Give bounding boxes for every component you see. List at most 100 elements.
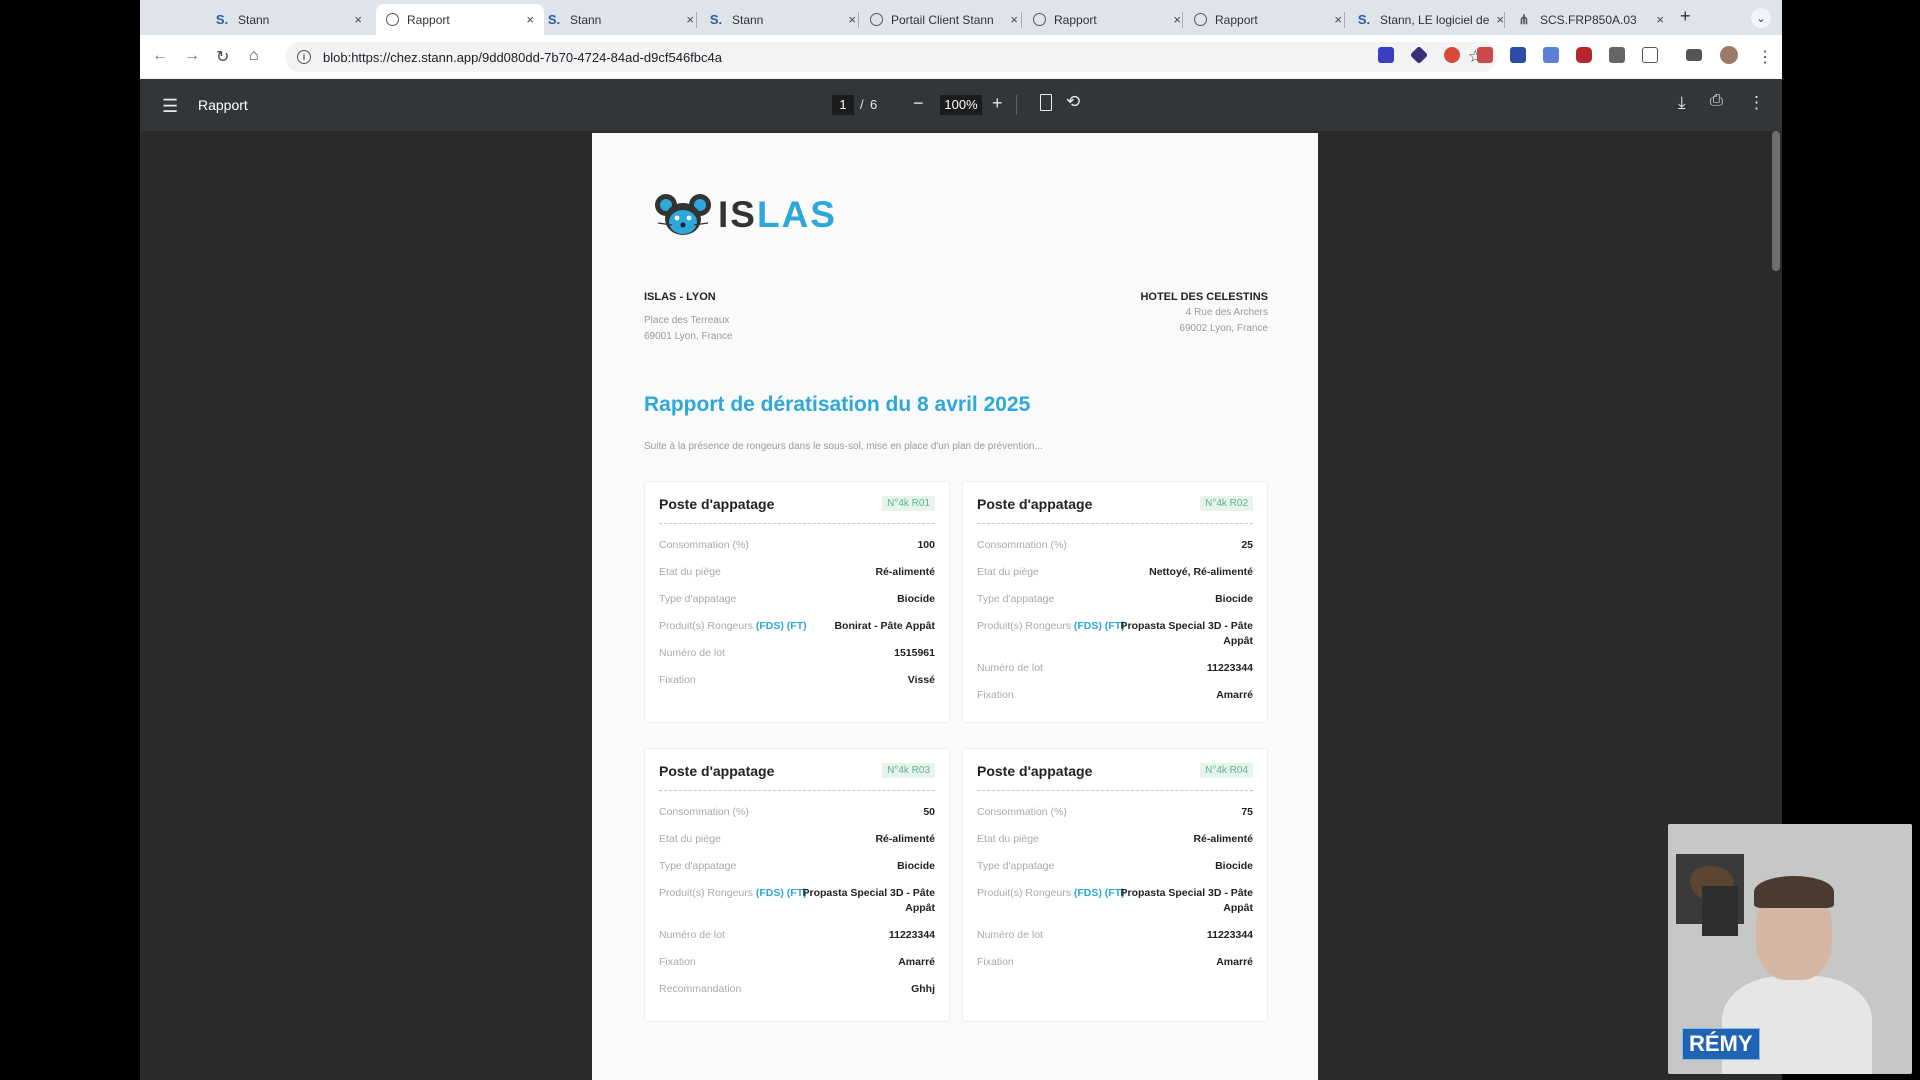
tab-7[interactable]: Rapport × [1184, 4, 1352, 35]
row-label-text: Type d'appatage [659, 593, 737, 605]
row-label-text: Consommation (%) [977, 806, 1067, 818]
stann-icon: S. [547, 12, 561, 27]
address-url[interactable]: blob:https://chez.stann.app/9dd080dd-7b7… [323, 50, 722, 65]
row-value: 11223344 [1206, 929, 1253, 941]
row-value: Biocide [897, 860, 935, 872]
profile-avatar[interactable] [1720, 46, 1738, 64]
page-separator: / [860, 97, 864, 112]
row-label-text: Etat du piège [977, 833, 1039, 845]
rotate-icon[interactable]: ⟲ [1066, 92, 1080, 112]
presenter-hair [1754, 876, 1834, 908]
row-label-text: Produit(s) Rongeurs [659, 620, 753, 632]
tab-3[interactable]: S. Stann × [536, 4, 704, 35]
row-label-text: Etat du piège [977, 566, 1039, 578]
pdf-viewer[interactable]: ISLAS ISLAS - LYON Place des Terreaux 69… [140, 131, 1782, 1080]
close-tab-icon[interactable]: × [526, 12, 534, 27]
sidebar-menu-icon[interactable]: ☰ [162, 96, 178, 117]
close-tab-icon[interactable]: × [686, 12, 694, 27]
extensions-puzzle-icon[interactable] [1642, 47, 1658, 63]
close-tab-icon[interactable]: × [1334, 12, 1342, 27]
mouse-logo-icon [655, 194, 711, 235]
browser-menu-icon[interactable]: ⋮ [1757, 47, 1773, 67]
bait-station-card: Poste d'appatage N°4k R02 Consommation (%)… [962, 481, 1268, 723]
row-value: Biocide [1215, 593, 1253, 605]
webcam-overlay: RÉMY [1668, 824, 1912, 1074]
tab-title: SCS.FRP850A.03 [1540, 12, 1637, 27]
row-label-text: Recommandation [659, 983, 742, 995]
tab-5[interactable]: Portail Client Stann × [860, 4, 1028, 35]
company-logo: ISLAS [654, 193, 837, 237]
row-label-text: Produit(s) Rongeurs [977, 887, 1071, 899]
tab-title: Portail Client Stann [891, 12, 994, 27]
print-icon[interactable]: ⎙ [1710, 92, 1723, 110]
zoom-out-icon[interactable]: − [913, 93, 924, 114]
pdf-toolbar: ☰ Rapport 1 / 6 − 100% + ⟲ ⤓ ⎙ ⋮ [140, 79, 1782, 131]
tab-title: Rapport [1054, 12, 1097, 27]
forward-icon[interactable]: → [184, 47, 200, 65]
download-icon[interactable]: ⤓ [1678, 93, 1686, 113]
reload-icon[interactable]: ↻ [216, 47, 229, 67]
home-icon[interactable]: ⌂ [249, 47, 259, 65]
zoom-in-icon[interactable]: + [992, 93, 1003, 114]
logo-wordmark-part-1: IS [718, 194, 757, 235]
back-icon[interactable]: ← [152, 47, 168, 65]
tab-search-icon[interactable]: ⌄ [1751, 8, 1771, 28]
close-tab-icon[interactable]: × [848, 12, 856, 27]
extension-6-icon[interactable] [1543, 47, 1559, 63]
more-options-icon[interactable]: ⋮ [1748, 93, 1765, 113]
close-tab-icon[interactable]: × [1173, 12, 1181, 27]
stann-icon: S. [215, 12, 229, 27]
tab-title: Stann, LE logiciel de [1380, 12, 1490, 27]
page-total: 6 [870, 97, 878, 112]
close-tab-icon[interactable]: × [354, 12, 362, 27]
sender-address-line-2: 69001 Lyon, France [644, 331, 733, 342]
tab-2[interactable]: Rapport × [376, 4, 544, 35]
row-label-text: Consommation (%) [977, 539, 1067, 551]
browser-toolbar: ← → ↻ ⌂ i blob:https://chez.stann.app/9d… [140, 35, 1782, 79]
row-value: Ghhj [911, 983, 935, 995]
extension-4-icon[interactable] [1477, 47, 1493, 63]
tab-1[interactable]: S. Stann × [204, 4, 372, 35]
report-title: Rapport de dératisation du 8 avril 2025 [644, 393, 1031, 416]
row-label-text: Fixation [977, 689, 1014, 701]
row-value: Amarré [1216, 956, 1253, 968]
row-value: Propasta Special 3D - Pâte Appât [1120, 887, 1253, 914]
row-label-text: Type d'appatage [659, 860, 737, 872]
media-control-icon[interactable] [1686, 49, 1702, 61]
extension-7-icon[interactable] [1576, 47, 1592, 63]
extension-5-icon[interactable] [1510, 47, 1526, 63]
zoom-input[interactable]: 100% [940, 95, 982, 115]
tab-6[interactable]: Rapport × [1023, 4, 1191, 35]
stann-icon: S. [709, 12, 723, 27]
globe-icon [1194, 13, 1207, 26]
address-bar[interactable]: i blob:https://chez.stann.app/9dd080dd-7… [285, 42, 1497, 72]
extension-3-icon[interactable] [1444, 47, 1460, 63]
close-tab-icon[interactable]: × [1010, 12, 1018, 27]
client-address-line-2: 69002 Lyon, France [1179, 323, 1268, 334]
close-tab-icon[interactable]: × [1496, 12, 1504, 27]
tab-title: Stann [570, 12, 602, 27]
new-tab-icon[interactable]: + [1680, 6, 1691, 27]
client-address-line-1: 4 Rue des Archers [1185, 307, 1268, 318]
row-value: 50 [923, 806, 935, 818]
page-number-input[interactable]: 1 [832, 95, 854, 115]
tab-8[interactable]: S. Stann, LE logiciel de × [1346, 4, 1514, 35]
scrollbar-thumb[interactable] [1772, 131, 1780, 271]
close-tab-icon[interactable]: × [1656, 12, 1664, 27]
bait-station-card: Poste d'appatage N°4k R01 Consommation (%)… [644, 481, 950, 723]
tab-9[interactable]: ⋔ SCS.FRP850A.03 × [1506, 4, 1674, 35]
tab-title: Stann [238, 12, 270, 27]
fit-page-icon[interactable] [1040, 94, 1052, 111]
station-number-badge: N°4k R04 [1200, 763, 1253, 778]
row-value: 25 [1241, 539, 1253, 551]
row-label-text: Numéro de lot [977, 662, 1043, 674]
tab-4[interactable]: S. Stann × [698, 4, 866, 35]
extension-1-icon[interactable] [1378, 47, 1394, 63]
station-number-badge: N°4k R03 [882, 763, 935, 778]
site-info-icon[interactable]: i [297, 50, 311, 64]
row-value: Biocide [897, 593, 935, 605]
tab-title: Stann [732, 12, 764, 27]
globe-icon [386, 13, 399, 26]
extension-8-icon[interactable] [1609, 47, 1625, 63]
row-value: 75 [1241, 806, 1253, 818]
